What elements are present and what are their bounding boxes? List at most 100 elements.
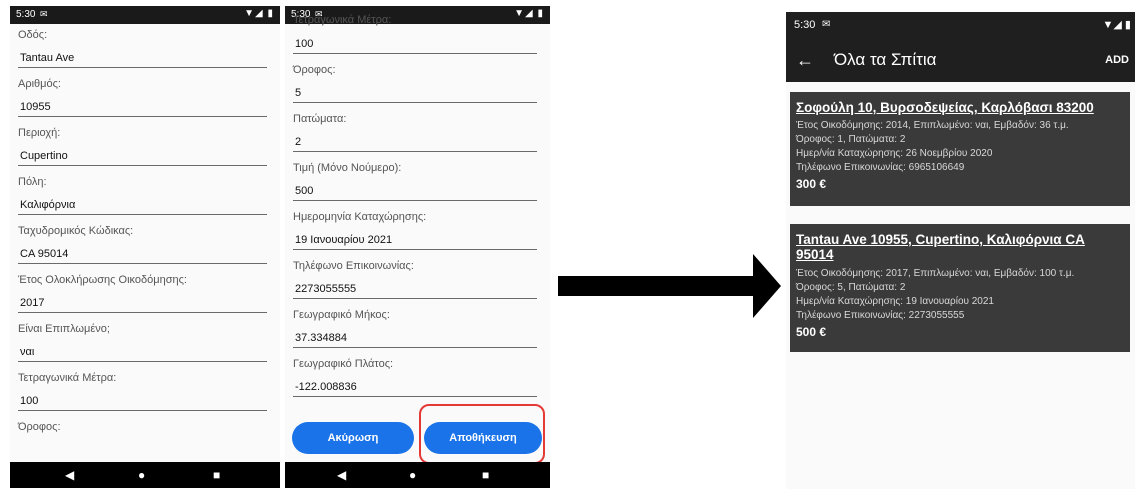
house-card[interactable]: Tantau Ave 10955, Cupertino, Καλιφόρνια …	[790, 224, 1130, 352]
field-postal-code: Ταχυδρομικός Κώδικας: CA 95014	[10, 220, 280, 269]
input-underline	[18, 263, 267, 264]
street-input[interactable]: Tantau Ave	[20, 52, 74, 64]
field-label: Όροφος:	[18, 421, 61, 433]
input-underline	[293, 53, 537, 54]
house-detail-line: Έτος Οικοδόμησης: 2017, Επιπλωμένο: ναι,…	[796, 268, 1075, 279]
input-underline	[18, 165, 267, 166]
field-area: Περιοχή: Cupertino	[10, 122, 280, 171]
house-detail-line: Ημερ/νία Καταχώρησης: 26 Νοεμβρίου 2020	[796, 148, 993, 159]
build-year-input[interactable]: 2017	[20, 297, 44, 309]
field-label: Όροφος:	[293, 64, 336, 76]
status-bar: 5:30 ✉ ▼◢ ▮	[10, 6, 280, 24]
field-longitude: Γεωγραφικό Μήκος: 37.334884	[285, 304, 550, 353]
area-input[interactable]: Cupertino	[20, 150, 68, 162]
field-label: Οδός:	[18, 29, 48, 41]
field-listing-date: Ημερομηνία Καταχώρησης: 19 Ιανουαρίου 20…	[285, 206, 550, 255]
input-underline	[18, 361, 267, 362]
cancel-button[interactable]: Ακύρωση	[292, 422, 414, 454]
recents-nav-icon[interactable]: ■	[482, 468, 489, 482]
recents-nav-icon[interactable]: ■	[213, 468, 220, 482]
field-phone: Τηλέφωνο Επικοινωνίας: 2273055555	[285, 255, 550, 304]
app-bar: 5:30 ✉ ▼◢ ▮ ← Όλα τα Σπίτια ADD	[786, 12, 1135, 82]
listing-date-input[interactable]: 19 Ιανουαρίου 2021	[295, 234, 392, 246]
price-input[interactable]: 500	[295, 185, 313, 197]
field-label: Τετραγωνικά Μέτρα:	[293, 14, 392, 26]
signal-battery-icon: ▼◢ ▮	[1102, 19, 1131, 31]
city-input[interactable]: Καλιφόρνια	[20, 199, 75, 211]
field-street: Οδός: Tantau Ave	[10, 24, 280, 73]
field-label: Τιμή (Μόνο Νούμερο):	[293, 162, 402, 174]
square-meters-input[interactable]: 100	[20, 395, 38, 407]
phone-input[interactable]: 2273055555	[295, 283, 356, 295]
input-underline	[293, 249, 537, 250]
furnished-input[interactable]: ναι	[20, 346, 34, 358]
floor-input[interactable]: 5	[295, 87, 301, 99]
field-furnished: Είναι Επιπλωμένο; ναι	[10, 318, 280, 367]
input-underline	[293, 396, 537, 397]
field-number: Αριθμός: 10955	[10, 73, 280, 122]
back-nav-icon[interactable]: ◀	[65, 468, 74, 482]
field-label: Τετραγωνικά Μέτρα:	[18, 372, 117, 384]
back-arrow-icon[interactable]: ←	[796, 50, 814, 71]
input-underline	[293, 347, 537, 348]
field-label: Γεωγραφικό Πλάτος:	[293, 358, 394, 370]
page-title: Όλα τα Σπίτια	[834, 50, 937, 69]
home-nav-icon[interactable]: ●	[409, 468, 416, 482]
field-square-meters: Τετραγωνικά Μέτρα: 100	[285, 10, 550, 59]
field-label: Ταχυδρομικός Κώδικας:	[18, 225, 134, 237]
field-label: Αριθμός:	[18, 78, 61, 90]
field-label: Ημερομηνία Καταχώρησης:	[293, 211, 427, 223]
latitude-input[interactable]: -122.008836	[295, 381, 357, 393]
house-price: 300 €	[796, 177, 827, 191]
home-nav-icon[interactable]: ●	[138, 468, 145, 482]
input-underline	[293, 200, 537, 201]
message-icon: ✉	[40, 9, 48, 19]
form-scroll-area[interactable]: Οδός: Tantau Ave Αριθμός: 10955 Περιοχή:…	[10, 24, 280, 462]
house-detail-line: Τηλέφωνο Επικοινωνίας: 2273055555	[796, 310, 965, 321]
square-meters-input[interactable]: 100	[295, 38, 313, 50]
input-underline	[293, 298, 537, 299]
field-storeys: Πατώματα: 2	[285, 108, 550, 157]
field-price: Τιμή (Μόνο Νούμερο): 500	[285, 157, 550, 206]
save-button-highlight	[419, 404, 545, 464]
field-label: Έτος Ολοκλήρωσης Οικοδόμησης:	[18, 274, 187, 286]
house-address[interactable]: Tantau Ave 10955, Cupertino, Καλιφόρνια …	[796, 232, 1124, 262]
storeys-input[interactable]: 2	[295, 136, 301, 148]
house-detail-line: Όροφος: 5, Πατώματα: 2	[796, 282, 906, 293]
house-detail-line: Έτος Οικοδόμησης: 2014, Επιπλωμένο: ναι,…	[796, 120, 1069, 131]
system-nav-bar: ◀ ● ■	[285, 462, 550, 488]
house-card[interactable]: Σοφούλη 10, Βυρσοδεψείας, Καρλόβασι 8320…	[790, 92, 1130, 206]
field-label: Περιοχή:	[18, 127, 61, 139]
number-input[interactable]: 10955	[20, 101, 51, 113]
field-label: Τηλέφωνο Επικοινωνίας:	[293, 260, 414, 272]
house-detail-line: Ημερ/νία Καταχώρησης: 19 Ιανουαρίου 2021	[796, 296, 994, 307]
field-label: Γεωγραφικό Μήκος:	[293, 309, 390, 321]
input-underline	[18, 410, 267, 411]
longitude-input[interactable]: 37.334884	[295, 332, 347, 344]
field-floor: Όροφος:	[10, 416, 280, 462]
house-address[interactable]: Σοφούλη 10, Βυρσοδεψείας, Καρλόβασι 8320…	[796, 100, 1124, 115]
add-button[interactable]: ADD	[1105, 54, 1129, 66]
house-detail-line: Όροφος: 1, Πατώματα: 2	[796, 134, 906, 145]
field-square-meters: Τετραγωνικά Μέτρα: 100	[10, 367, 280, 416]
input-underline	[18, 67, 267, 68]
back-nav-icon[interactable]: ◀	[337, 468, 346, 482]
input-underline	[18, 214, 267, 215]
field-label: Πόλη:	[18, 176, 47, 188]
status-time: 5:30	[794, 19, 816, 31]
field-floor: Όροφος: 5	[285, 59, 550, 108]
form-scroll-area[interactable]: Τετραγωνικά Μέτρα: 100 Όροφος: 5 Πατώματ…	[285, 10, 550, 462]
signal-battery-icon: ▼◢ ▮	[244, 8, 274, 19]
status-time: 5:30	[16, 9, 36, 20]
input-underline	[18, 116, 267, 117]
field-city: Πόλη: Καλιφόρνια	[10, 171, 280, 220]
field-build-year: Έτος Ολοκλήρωσης Οικοδόμησης: 2017	[10, 269, 280, 318]
input-underline	[293, 102, 537, 103]
message-icon: ✉	[822, 19, 831, 30]
input-underline	[293, 151, 537, 152]
field-label: Πατώματα:	[293, 113, 347, 125]
system-nav-bar: ◀ ● ■	[10, 462, 280, 488]
field-label: Είναι Επιπλωμένο;	[18, 323, 110, 335]
postal-code-input[interactable]: CA 95014	[20, 248, 68, 260]
house-detail-line: Τηλέφωνο Επικοινωνίας: 6965106649	[796, 162, 965, 173]
